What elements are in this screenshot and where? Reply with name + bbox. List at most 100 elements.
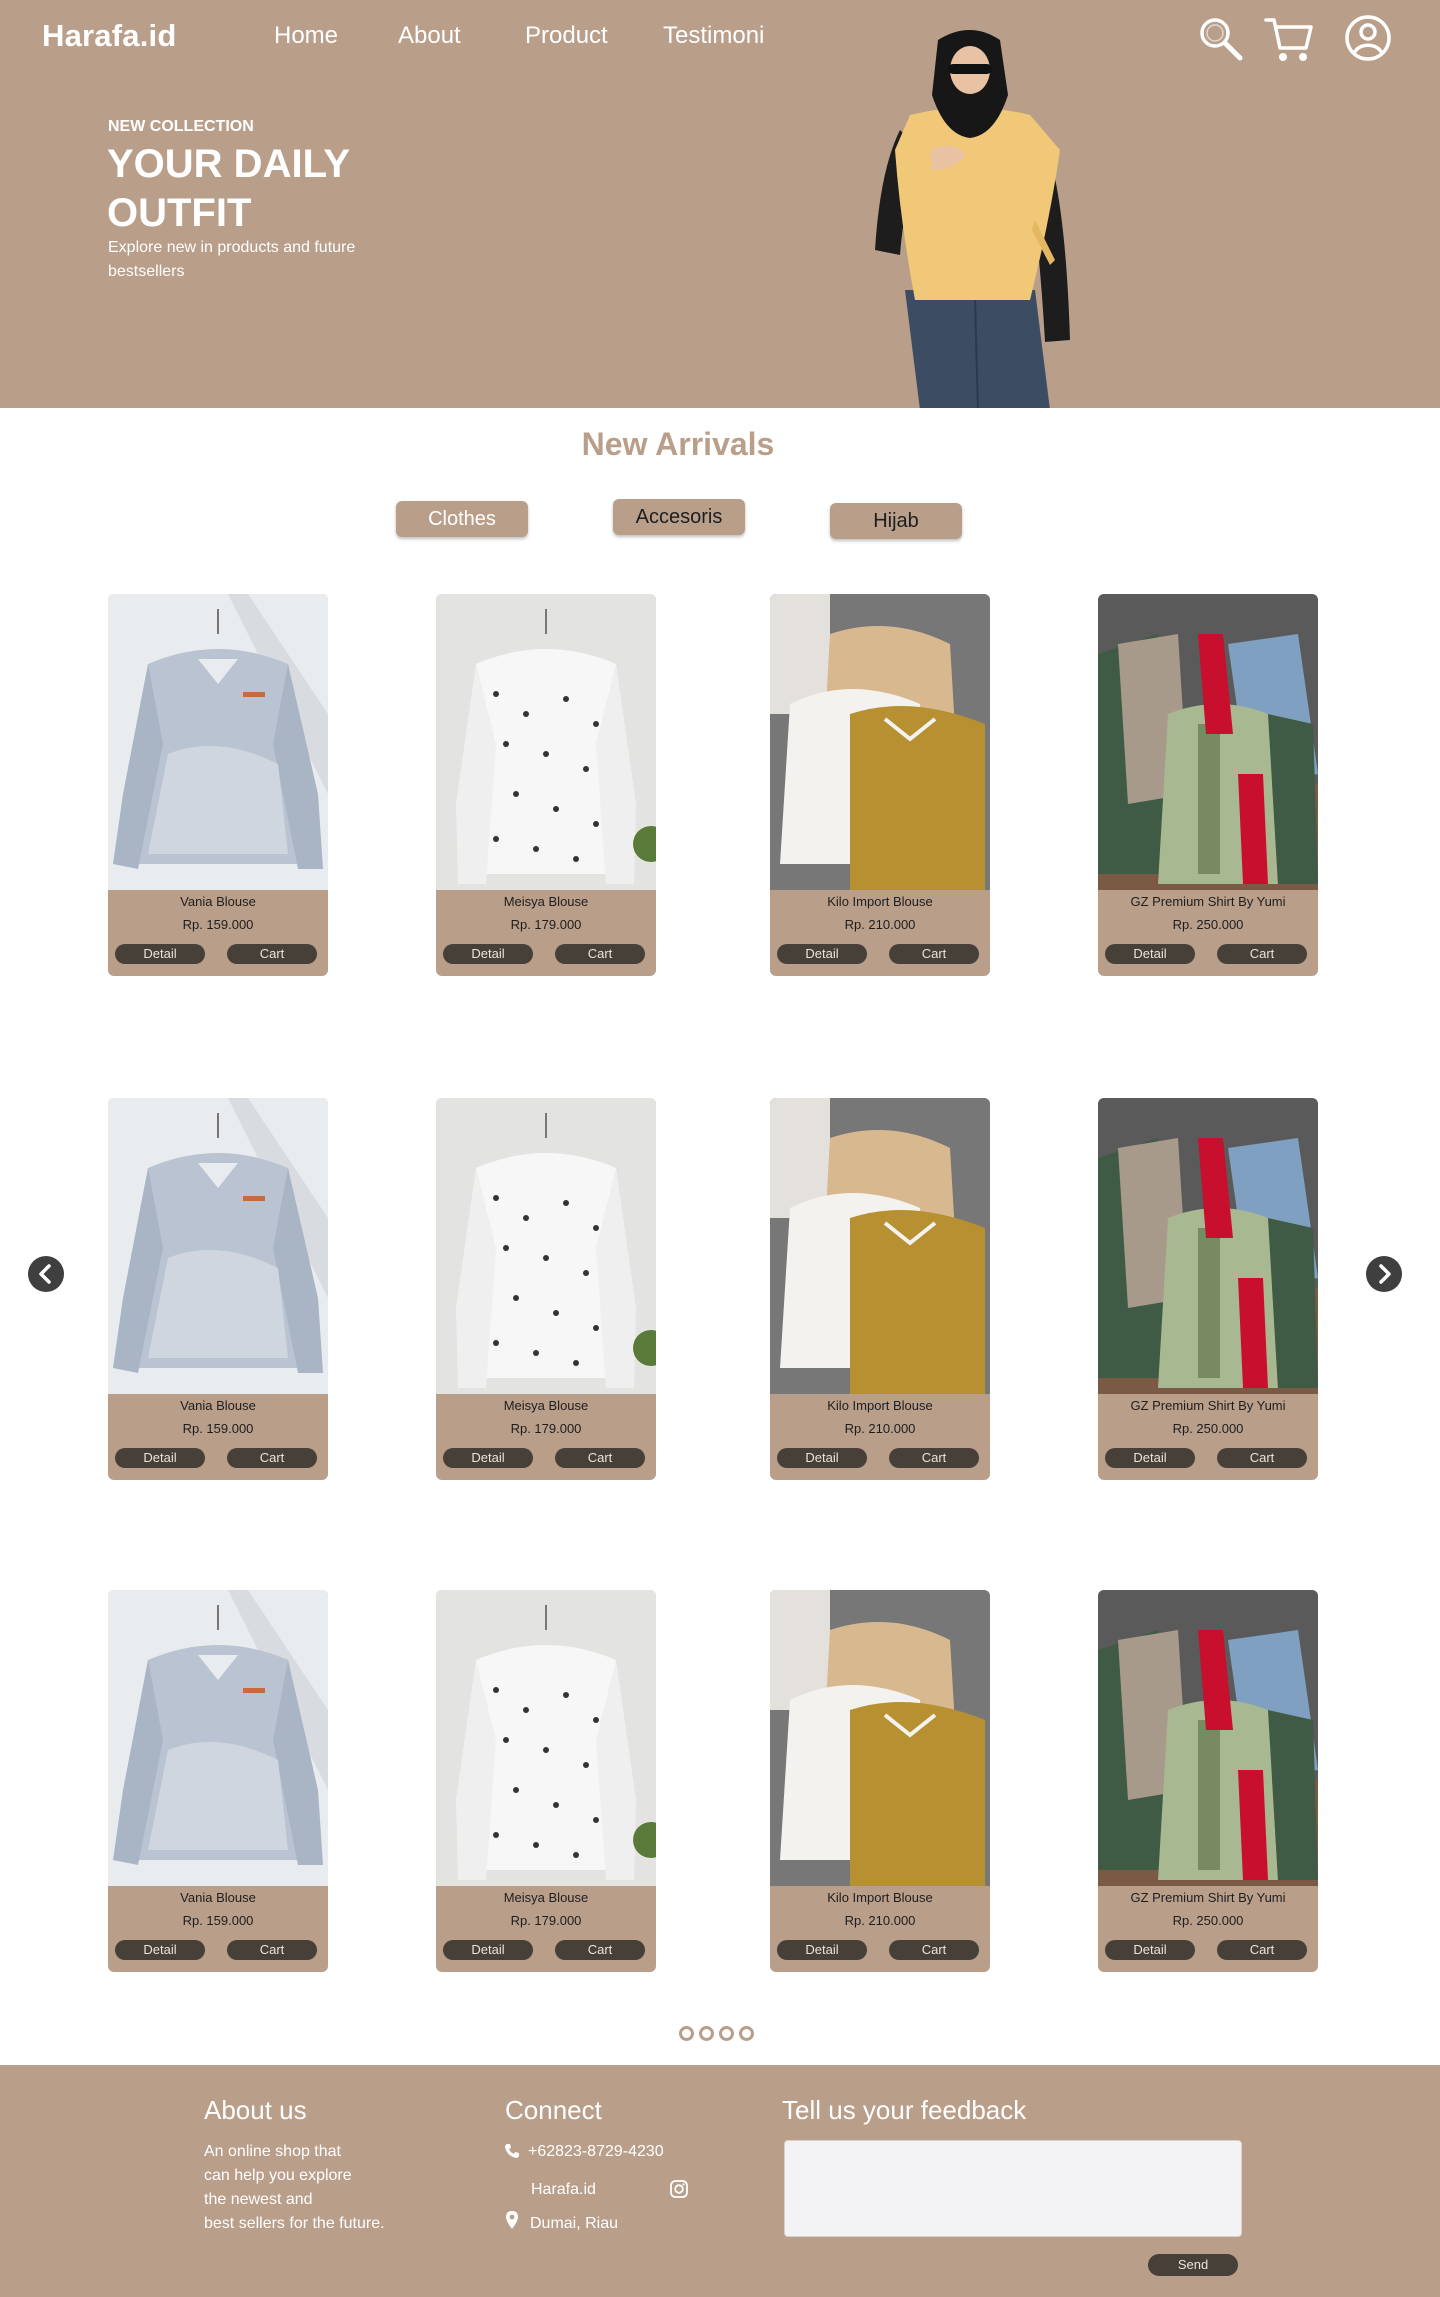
- detail-button[interactable]: Detail: [777, 1448, 867, 1468]
- hero-kicker: NEW COLLECTION: [108, 118, 254, 135]
- page-dot-2[interactable]: [699, 2026, 714, 2041]
- detail-button[interactable]: Detail: [115, 1448, 205, 1468]
- about-line: best sellers for the future.: [204, 2215, 385, 2232]
- product-name: GZ Premium Shirt By Yumi: [1130, 1398, 1286, 1413]
- instagram-icon[interactable]: [669, 2179, 689, 2199]
- category-accesoris[interactable]: Accesoris: [613, 499, 745, 535]
- detail-button[interactable]: Detail: [115, 944, 205, 964]
- product-card[interactable]: Vania Blouse Rp. 159.000 Detail Cart: [108, 1098, 328, 1480]
- category-clothes[interactable]: Clothes: [396, 501, 528, 537]
- product-card[interactable]: Vania Blouse Rp. 159.000 Detail Cart: [108, 1590, 328, 1972]
- product-card[interactable]: GZ Premium Shirt By Yumi Rp. 250.000 Detai…: [1098, 1590, 1318, 1972]
- detail-button[interactable]: Detail: [115, 1940, 205, 1960]
- product-image[interactable]: [1098, 594, 1318, 890]
- product-card[interactable]: Meisya Blouse Rp. 179.000 Detail Cart: [436, 1590, 656, 1972]
- product-card[interactable]: Meisya Blouse Rp. 179.000 Detail Cart: [436, 1098, 656, 1480]
- product-image[interactable]: [1098, 1590, 1318, 1886]
- product-name: Vania Blouse: [180, 1890, 256, 1905]
- cart-icon[interactable]: [1263, 14, 1315, 69]
- add-to-cart-button[interactable]: Cart: [889, 1940, 979, 1960]
- product-card[interactable]: Meisya Blouse Rp. 179.000 Detail Cart: [436, 594, 656, 976]
- detail-button[interactable]: Detail: [1105, 1448, 1195, 1468]
- hero-banner: Harafa.id Home About Product Testimoni N…: [0, 0, 1440, 408]
- product-price: Rp. 250.000: [1172, 1913, 1244, 1928]
- product-card[interactable]: Vania Blouse Rp. 159.000 Detail Cart: [108, 594, 328, 976]
- add-to-cart-button[interactable]: Cart: [1217, 1940, 1307, 1960]
- product-price: Rp. 250.000: [1172, 917, 1244, 932]
- add-to-cart-button[interactable]: Cart: [555, 1448, 645, 1468]
- feedback-input[interactable]: [784, 2140, 1242, 2237]
- product-price: Rp. 159.000: [182, 1913, 254, 1928]
- product-image[interactable]: [108, 594, 328, 890]
- page-dot-4[interactable]: [739, 2026, 754, 2041]
- nav-home[interactable]: Home: [274, 22, 338, 50]
- search-icon[interactable]: [1196, 14, 1244, 67]
- hero-headline: YOUR DAILY OUTFIT: [107, 142, 350, 235]
- product-card[interactable]: Kilo Import Blouse Rp. 210.000 Detail Cart: [770, 1590, 990, 1972]
- product-image[interactable]: [108, 1590, 328, 1886]
- phone-icon: [505, 2144, 519, 2158]
- product-image[interactable]: [770, 1098, 990, 1394]
- product-card[interactable]: Kilo Import Blouse Rp. 210.000 Detail Cart: [770, 594, 990, 976]
- product-price: Rp. 250.000: [1172, 1421, 1244, 1436]
- detail-button[interactable]: Detail: [443, 1448, 533, 1468]
- product-name: GZ Premium Shirt By Yumi: [1130, 894, 1286, 909]
- phone-number[interactable]: +62823-8729-4230: [528, 2140, 664, 2164]
- product-image[interactable]: [436, 594, 656, 890]
- connect-title: Connect: [505, 2095, 602, 2125]
- add-to-cart-button[interactable]: Cart: [1217, 944, 1307, 964]
- product-price: Rp. 210.000: [844, 1421, 916, 1436]
- hero-subtitle: Explore new in products and future bests…: [108, 239, 356, 280]
- chevron-left-icon: [39, 1264, 51, 1284]
- product-price: Rp. 210.000: [844, 917, 916, 932]
- nav-testimoni[interactable]: Testimoni: [663, 22, 764, 50]
- add-to-cart-button[interactable]: Cart: [227, 1448, 317, 1468]
- product-card[interactable]: GZ Premium Shirt By Yumi Rp. 250.000 Detai…: [1098, 594, 1318, 976]
- send-button[interactable]: Send: [1148, 2254, 1238, 2276]
- add-to-cart-button[interactable]: Cart: [1217, 1448, 1307, 1468]
- detail-button[interactable]: Detail: [777, 944, 867, 964]
- add-to-cart-button[interactable]: Cart: [889, 944, 979, 964]
- product-name: Meisya Blouse: [503, 1398, 589, 1413]
- product-price: Rp. 159.000: [182, 1421, 254, 1436]
- add-to-cart-button[interactable]: Cart: [227, 944, 317, 964]
- add-to-cart-button[interactable]: Cart: [227, 1940, 317, 1960]
- feedback-title: Tell us your feedback: [782, 2095, 1027, 2125]
- detail-button[interactable]: Detail: [443, 1940, 533, 1960]
- product-image[interactable]: [436, 1098, 656, 1394]
- product-image[interactable]: [108, 1098, 328, 1394]
- logo[interactable]: Harafa.id: [42, 18, 176, 54]
- category-hijab[interactable]: Hijab: [830, 503, 962, 539]
- product-card[interactable]: Kilo Import Blouse Rp. 210.000 Detail Cart: [770, 1098, 990, 1480]
- product-price: Rp. 210.000: [844, 1913, 916, 1928]
- prev-arrow[interactable]: [28, 1256, 64, 1292]
- detail-button[interactable]: Detail: [777, 1940, 867, 1960]
- about-text: An online shop that can help you explore…: [204, 2140, 385, 2236]
- about-title: About us: [204, 2095, 307, 2125]
- product-image[interactable]: [436, 1590, 656, 1886]
- location-pin-icon: [506, 2211, 518, 2229]
- nav-about[interactable]: About: [398, 22, 461, 50]
- product-name: Vania Blouse: [180, 1398, 256, 1413]
- next-arrow[interactable]: [1366, 1256, 1402, 1292]
- detail-button[interactable]: Detail: [1105, 1940, 1195, 1960]
- nav-product[interactable]: Product: [525, 22, 608, 50]
- add-to-cart-button[interactable]: Cart: [889, 1448, 979, 1468]
- product-image[interactable]: [770, 594, 990, 890]
- chevron-right-icon: [1379, 1264, 1391, 1284]
- detail-button[interactable]: Detail: [1105, 944, 1195, 964]
- user-icon[interactable]: [1344, 14, 1392, 67]
- product-card[interactable]: GZ Premium Shirt By Yumi Rp. 250.000 Detai…: [1098, 1098, 1318, 1480]
- page-dot-1[interactable]: [679, 2026, 694, 2041]
- instagram-handle[interactable]: Harafa.id: [531, 2178, 596, 2202]
- add-to-cart-button[interactable]: Cart: [555, 944, 645, 964]
- location-text: Dumai, Riau: [530, 2215, 619, 2232]
- page-dot-3[interactable]: [719, 2026, 734, 2041]
- product-name: Vania Blouse: [180, 894, 256, 909]
- add-to-cart-button[interactable]: Cart: [555, 1940, 645, 1960]
- product-price: Rp. 159.000: [182, 917, 254, 932]
- product-image[interactable]: [1098, 1098, 1318, 1394]
- about-line: can help you explore: [204, 2167, 352, 2184]
- detail-button[interactable]: Detail: [443, 944, 533, 964]
- product-image[interactable]: [770, 1590, 990, 1886]
